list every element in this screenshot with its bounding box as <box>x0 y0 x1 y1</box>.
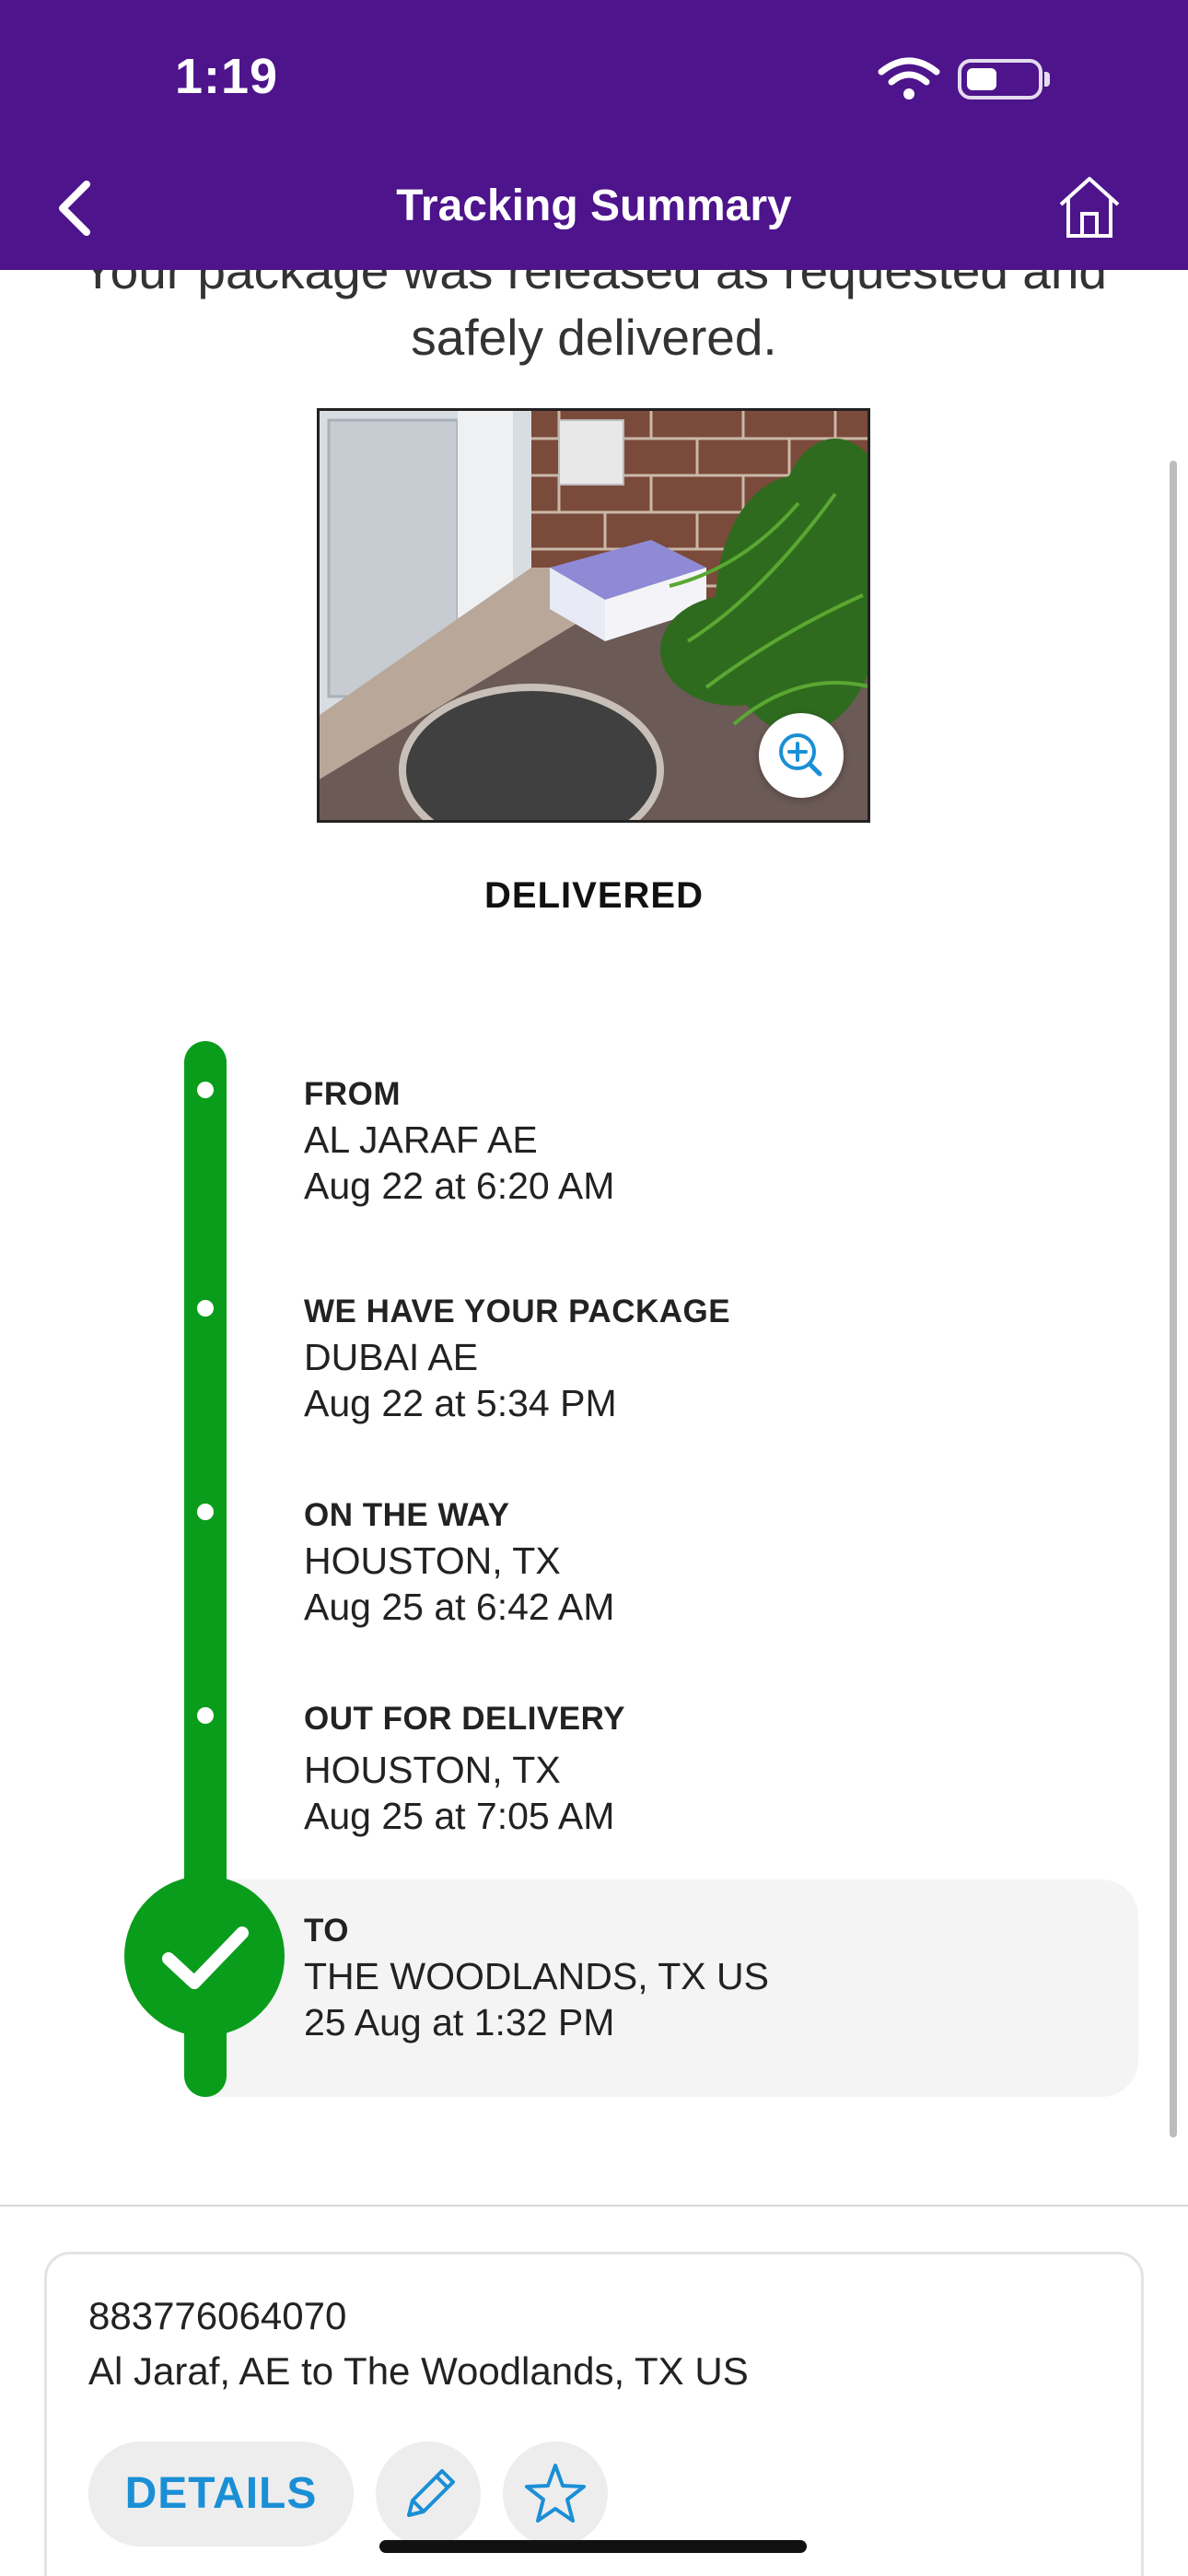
event-time: Aug 25 at 6:42 AM <box>304 1586 615 1628</box>
pencil-icon <box>407 2469 455 2517</box>
battery-tip <box>1044 72 1050 87</box>
delivery-message-line2: safely delivered. <box>411 309 777 366</box>
page-title: Tracking Summary <box>396 181 792 230</box>
event-location: HOUSTON, TX <box>304 1540 561 1582</box>
event-label: ON THE WAY <box>304 1497 510 1533</box>
delivery-status-label: DELIVERED <box>484 875 704 916</box>
zoom-photo-button[interactable] <box>759 713 844 798</box>
event-label: TO <box>304 1913 349 1949</box>
event-location: THE WOODLANDS, TX US <box>304 1955 769 1997</box>
event-label: OUT FOR DELIVERY <box>304 1701 625 1737</box>
edit-nickname-button[interactable] <box>376 2441 481 2547</box>
zoom-in-icon <box>779 733 822 777</box>
timeline-event-from: FROM AL JARAF AE Aug 22 at 6:20 AM <box>304 1072 614 1209</box>
timeline-event-picked-up: WE HAVE YOUR PACKAGE DUBAI AE Aug 22 at … <box>304 1290 730 1426</box>
timeline-event-to: TO THE WOODLANDS, TX US 25 Aug at 1:32 P… <box>304 1909 769 2045</box>
scrollbar[interactable] <box>1170 461 1177 2137</box>
star-icon <box>525 2464 586 2523</box>
timeline-event-on-the-way: ON THE WAY HOUSTON, TX Aug 25 at 6:42 AM <box>304 1493 614 1630</box>
status-bar-time: 1:19 <box>175 49 279 104</box>
timeline-dot <box>197 1300 214 1317</box>
event-time: Aug 22 at 6:20 AM <box>304 1165 615 1207</box>
event-location: HOUSTON, TX <box>304 1749 561 1791</box>
timeline-dot <box>197 1504 214 1520</box>
battery-icon <box>958 59 1042 100</box>
event-label: WE HAVE YOUR PACKAGE <box>304 1294 731 1329</box>
event-time: Aug 25 at 7:05 AM <box>304 1795 615 1837</box>
event-location: AL JARAF AE <box>304 1118 538 1161</box>
home-indicator[interactable] <box>379 2540 807 2553</box>
tracking-number: 883776064070 <box>88 2294 347 2337</box>
divider <box>0 2205 1188 2207</box>
details-button[interactable]: DETAILS <box>88 2441 354 2547</box>
timeline-dot <box>197 1082 214 1098</box>
event-location: DUBAI AE <box>304 1336 479 1378</box>
shipment-route: Al Jaraf, AE to The Woodlands, TX US <box>88 2349 749 2393</box>
home-icon[interactable] <box>1057 173 1122 240</box>
timeline-event-out-for-delivery: OUT FOR DELIVERY HOUSTON, TX Aug 25 at 7… <box>304 1697 625 1839</box>
event-time: 25 Aug at 1:32 PM <box>304 2001 615 2043</box>
event-label: FROM <box>304 1076 402 1112</box>
timeline-dot <box>197 1707 214 1724</box>
app-header: 1:19 Tracking Summary <box>0 0 1188 270</box>
delivered-check-badge <box>124 1876 285 2036</box>
wifi-icon <box>878 57 940 100</box>
event-time: Aug 22 at 5:34 PM <box>304 1382 617 1424</box>
checkmark-icon <box>162 1926 249 1989</box>
watch-shipment-button[interactable] <box>503 2441 608 2547</box>
